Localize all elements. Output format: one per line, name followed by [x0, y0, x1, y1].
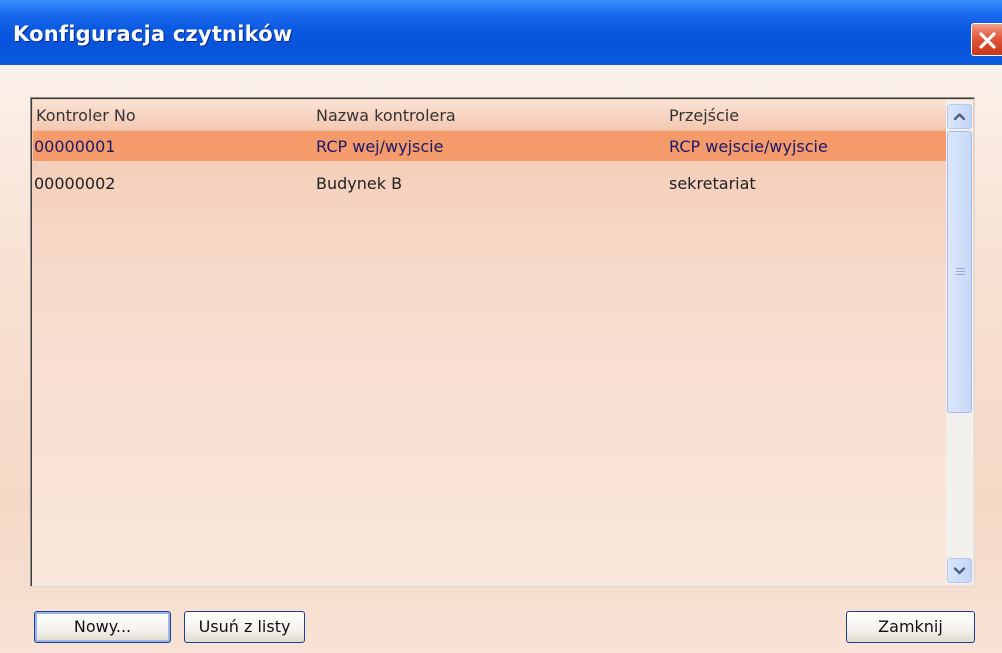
controller-list[interactable]: Kontroler No Nazwa kontrolera Przejście …	[30, 97, 975, 587]
list-header: Kontroler No Nazwa kontrolera Przejście	[33, 100, 946, 131]
scrollbar-thumb[interactable]	[947, 131, 972, 413]
cell-controller-name: RCP wej/wyjscie	[316, 137, 444, 156]
column-header-passage[interactable]: Przejście	[669, 106, 739, 125]
close-window-button[interactable]	[971, 23, 1002, 56]
window-title: Konfiguracja czytników	[13, 22, 293, 46]
scroll-up-button[interactable]	[947, 104, 972, 129]
grip-icon	[956, 268, 965, 278]
title-bar[interactable]: Konfiguracja czytników	[0, 0, 1002, 65]
close-icon	[979, 32, 996, 49]
cell-controller-name: Budynek B	[316, 174, 403, 193]
remove-from-list-button[interactable]: Usuń z listy	[184, 611, 305, 643]
vertical-scrollbar[interactable]	[946, 100, 973, 584]
cell-controller-no: 00000002	[34, 174, 116, 193]
cell-controller-no: 00000001	[34, 137, 116, 156]
dialog-window: Konfiguracja czytników Kontroler No Nazw…	[0, 0, 1002, 653]
chevron-down-icon	[953, 567, 966, 575]
cell-passage: sekretariat	[669, 174, 756, 193]
close-button[interactable]: Zamknij	[846, 611, 975, 643]
scroll-down-button[interactable]	[947, 558, 972, 583]
chevron-up-icon	[953, 113, 966, 121]
cell-passage: RCP wejscie/wyjscie	[669, 137, 828, 156]
table-row[interactable]: 00000002 Budynek B sekretariat	[33, 168, 946, 198]
table-row[interactable]: 00000001 RCP wej/wyjscie RCP wejscie/wyj…	[33, 131, 946, 161]
column-header-controller-no[interactable]: Kontroler No	[36, 106, 136, 125]
new-button[interactable]: Nowy...	[34, 611, 171, 643]
column-header-controller-name[interactable]: Nazwa kontrolera	[316, 106, 456, 125]
